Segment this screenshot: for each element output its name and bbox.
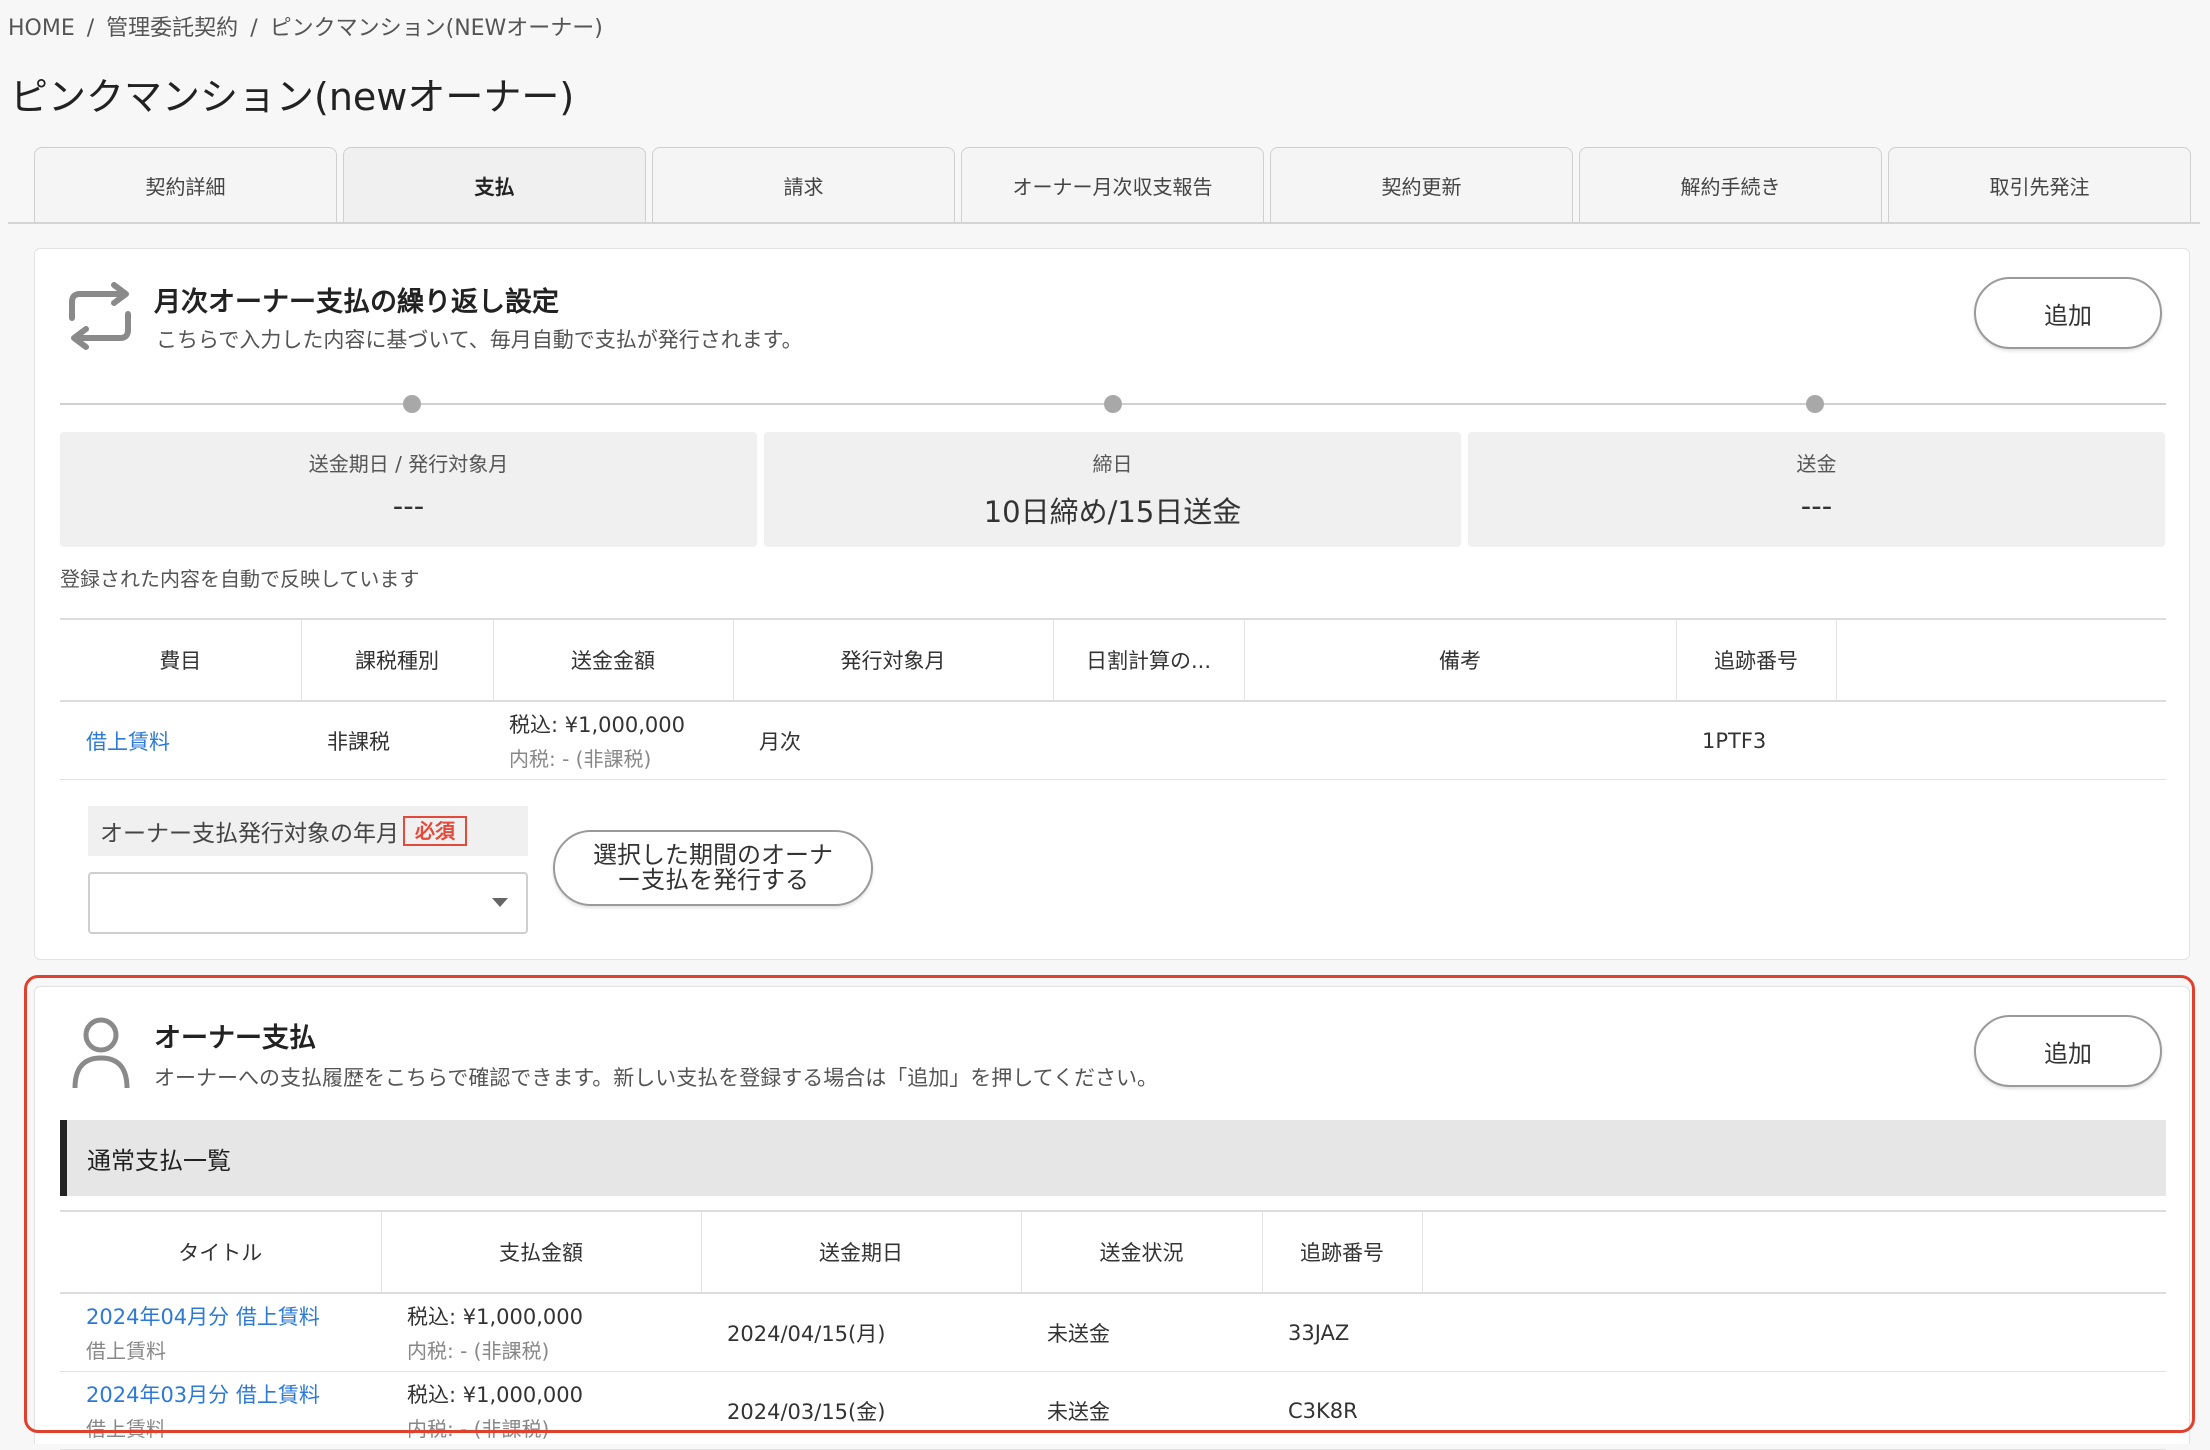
summary-transfer-date: 送金期日 / 発行対象月 --- — [60, 432, 757, 547]
table-header-row: 費目 課税種別 送金金額 発行対象月 日割計算の... 備考 追跡番号 — [60, 618, 2166, 702]
summary-label: 締日 — [1092, 452, 1133, 476]
column-header — [1836, 618, 2166, 702]
expense-item-link[interactable]: 借上賃料 — [86, 730, 170, 754]
amount-value: 税込: ¥1,000,000 — [407, 1383, 583, 1407]
tab-cancellation[interactable]: 解約手続き — [1579, 147, 1882, 223]
issue-payment-button[interactable]: 選択した期間のオーナ ー支払を発行する — [553, 830, 873, 906]
tab-contract-details[interactable]: 契約詳細 — [34, 147, 337, 223]
payment-subtitle: 借上賃料 — [86, 1417, 166, 1441]
table-row: 2024年04月分 借上賃料 借上賃料 税込: ¥1,000,000 内税: -… — [60, 1293, 2166, 1372]
issue-month-label: オーナー支払発行対象の年月 必須 — [88, 806, 528, 856]
regular-payments-heading: 通常支払一覧 — [60, 1120, 2166, 1196]
amount-tax: 内税: - (非課税) — [407, 1417, 550, 1441]
payment-title-link[interactable]: 2024年04月分 借上賃料 — [86, 1301, 355, 1331]
tab-owner-monthly-report[interactable]: オーナー月次収支報告 — [961, 147, 1264, 223]
table-header-row: タイトル 支払金額 送金期日 送金状況 追跡番号 — [60, 1210, 2166, 1294]
owner-payment-description: オーナーへの支払履歴をこちらで確認できます。新しい支払を登録する場合は「追加」を… — [154, 1066, 1159, 1090]
recurring-description: こちらで入力した内容に基づいて、毎月自動で支払が発行されます。 — [156, 328, 803, 352]
summary-value: 10日締め/15日送金 — [983, 495, 1242, 529]
status-cell: 未送金 — [1021, 1293, 1262, 1372]
repeat-icon — [69, 282, 131, 350]
prorate-cell — [1053, 701, 1244, 780]
summary-transfer: 送金 --- — [1468, 432, 2165, 547]
issue-payment-button-line2: ー支払を発行する — [617, 866, 809, 894]
breadcrumb-contract[interactable]: 管理委託契約 — [106, 16, 238, 41]
auto-reflect-note: 登録された内容を自動で反映しています — [60, 567, 420, 591]
recurring-add-button[interactable]: 追加 — [1974, 277, 2162, 349]
person-icon — [72, 1017, 130, 1089]
breadcrumb-current: ピンクマンション(NEWオーナー) — [269, 16, 603, 41]
timeline-dot — [1104, 395, 1122, 413]
due-date-cell: 2024/03/15(金) — [701, 1371, 1021, 1450]
breadcrumb: HOME / 管理委託契約 / ピンクマンション(NEWオーナー) — [8, 10, 603, 42]
tracking-cell: 33JAZ — [1262, 1293, 1422, 1372]
due-date-cell: 2024/04/15(月) — [701, 1293, 1021, 1372]
table-row: 2024年03月分 借上賃料 借上賃料 税込: ¥1,000,000 内税: -… — [60, 1371, 2166, 1450]
column-header: 送金期日 — [701, 1210, 1022, 1294]
column-header: 発行対象月 — [733, 618, 1054, 702]
summary-label: 送金 — [1796, 452, 1837, 476]
tax-type-cell: 非課税 — [301, 701, 493, 780]
status-cell: 未送金 — [1021, 1371, 1262, 1450]
tab-vendor-orders[interactable]: 取引先発注 — [1888, 147, 2191, 223]
breadcrumb-home[interactable]: HOME — [8, 16, 75, 41]
column-header: 支払金額 — [381, 1210, 702, 1294]
column-header: 送金金額 — [493, 618, 734, 702]
summary-label: 送金期日 / 発行対象月 — [308, 452, 509, 476]
remarks-cell — [1244, 701, 1676, 780]
tab-billing[interactable]: 請求 — [652, 147, 955, 223]
amount-value: 税込: ¥1,000,000 — [509, 713, 685, 737]
amount-tax: 内税: - (非課税) — [509, 747, 652, 771]
recurring-table: 費目 課税種別 送金金額 発行対象月 日割計算の... 備考 追跡番号 借上賃料… — [60, 618, 2166, 780]
column-header: 追跡番号 — [1676, 618, 1837, 702]
summary-value: --- — [392, 489, 425, 523]
column-header: 課税種別 — [301, 618, 494, 702]
recurring-title: 月次オーナー支払の繰り返し設定 — [154, 287, 559, 318]
issue-month-select[interactable] — [88, 872, 528, 934]
table-row: 借上賃料 非課税 税込: ¥1,000,000 内税: - (非課税) 月次 1… — [60, 701, 2166, 780]
column-header: 送金状況 — [1021, 1210, 1263, 1294]
chevron-down-icon — [492, 898, 508, 907]
required-badge: 必須 — [403, 816, 467, 846]
payment-subtitle: 借上賃料 — [86, 1339, 166, 1363]
tab-contract-renewal[interactable]: 契約更新 — [1270, 147, 1573, 223]
tab-bar: 契約詳細 支払 請求 オーナー月次収支報告 契約更新 解約手続き 取引先発注 — [34, 147, 2191, 223]
timeline-dot — [1806, 395, 1824, 413]
owner-payment-add-button[interactable]: 追加 — [1974, 1015, 2162, 1087]
timeline-dot — [403, 395, 421, 413]
tracking-cell: C3K8R — [1262, 1371, 1422, 1450]
page-title: ピンクマンション(newオーナー) — [10, 75, 575, 119]
issue-payment-button-line1: 選択した期間のオーナ — [593, 841, 833, 869]
breadcrumb-separator: / — [250, 16, 258, 41]
column-header: 備考 — [1244, 618, 1677, 702]
summary-value: --- — [1800, 489, 1833, 523]
column-header: 日割計算の... — [1053, 618, 1245, 702]
owner-payment-table: タイトル 支払金額 送金期日 送金状況 追跡番号 2024年04月分 借上賃料 … — [60, 1210, 2166, 1450]
owner-payment-title: オーナー支払 — [154, 1023, 316, 1054]
tracking-cell: 1PTF3 — [1676, 701, 1836, 780]
payment-title-link[interactable]: 2024年03月分 借上賃料 — [86, 1379, 355, 1409]
column-header: 追跡番号 — [1262, 1210, 1423, 1294]
column-header: 費目 — [60, 618, 302, 702]
amount-value: 税込: ¥1,000,000 — [407, 1305, 583, 1329]
issue-month-label-text: オーナー支払発行対象の年月 — [100, 821, 399, 847]
tab-payments[interactable]: 支払 — [343, 147, 646, 223]
amount-cell: 税込: ¥1,000,000 内税: - (非課税) — [493, 701, 733, 780]
summary-closing-day: 締日 10日締め/15日送金 — [764, 432, 1461, 547]
column-header — [1422, 1210, 2166, 1294]
target-month-cell: 月次 — [733, 701, 1053, 780]
tab-divider — [8, 222, 2200, 224]
amount-tax: 内税: - (非課税) — [407, 1339, 550, 1363]
breadcrumb-separator: / — [86, 16, 95, 41]
column-header: タイトル — [60, 1210, 382, 1294]
